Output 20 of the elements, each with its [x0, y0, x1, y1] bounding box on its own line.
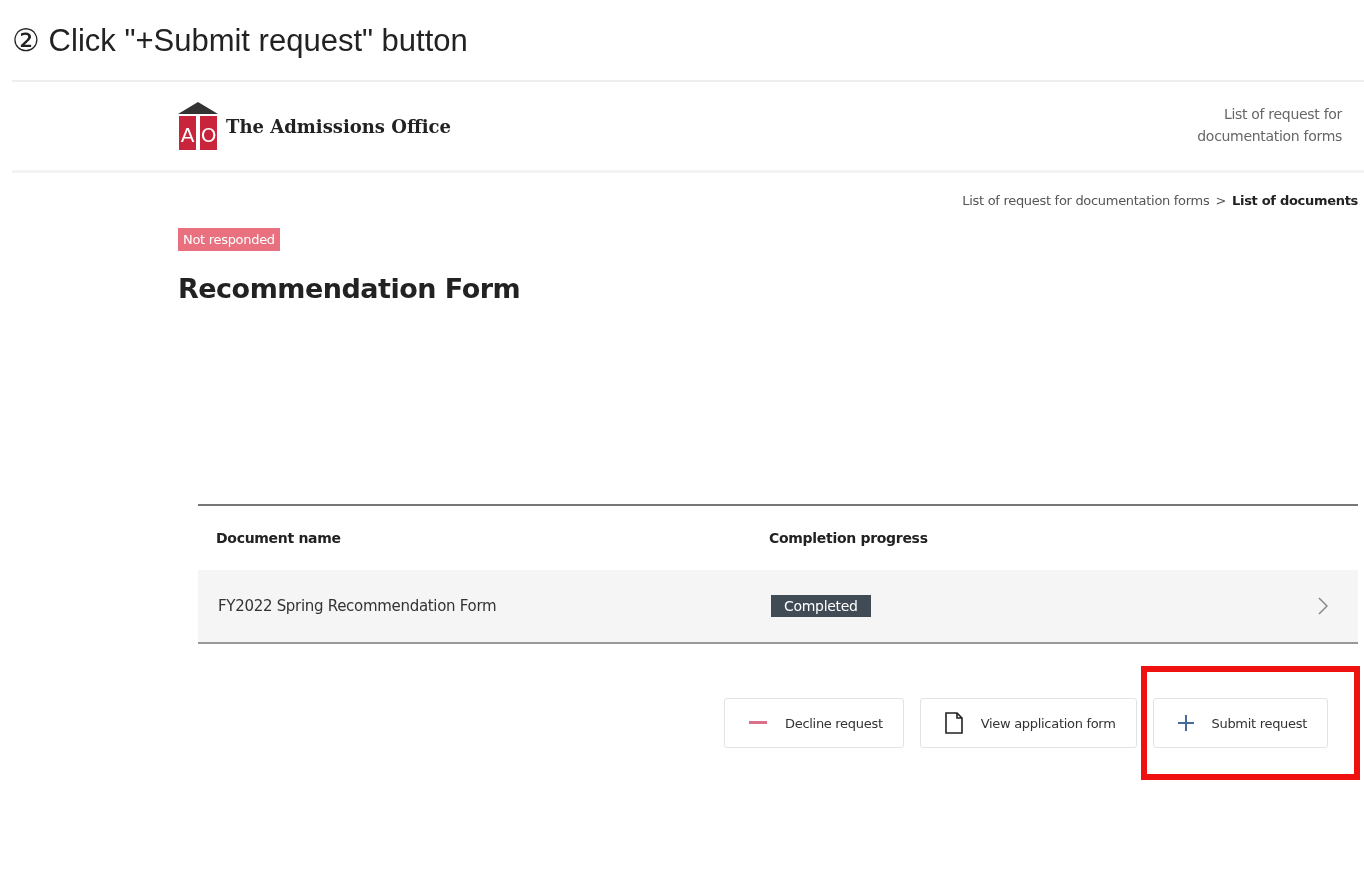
brand-name: The Admissions Office — [226, 115, 451, 137]
table-row[interactable]: FY2022 Spring Recommendation Form Completed — [198, 570, 1358, 642]
column-header: Completion progress — [769, 530, 929, 546]
breadcrumb-link[interactable]: List of request for documentation forms — [962, 193, 1210, 208]
submit-button[interactable]: Submit request — [1152, 698, 1328, 748]
instruction-caption: ② Click "+Submit request" button — [11, 22, 469, 56]
column-header: Document name — [216, 530, 342, 546]
view-button[interactable]: View application form — [919, 698, 1137, 748]
document-name: FY2022 Spring Recommendation Form — [218, 597, 498, 615]
plus-icon — [1177, 715, 1194, 731]
page-title: Recommendation Form — [178, 273, 521, 304]
breadcrumb-link[interactable]: List of documents — [1232, 193, 1358, 208]
status-badge: Not responded — [178, 228, 280, 251]
chevron-right-icon — [1318, 597, 1328, 615]
breadcrumb-separator: > — [1215, 193, 1226, 208]
decline-button[interactable]: Decline request — [724, 698, 904, 748]
minus-icon — [749, 721, 767, 725]
nav-link[interactable]: List of request for documentation forms — [1152, 104, 1342, 148]
status-badge: Completed — [771, 595, 871, 617]
document-icon — [944, 712, 963, 734]
